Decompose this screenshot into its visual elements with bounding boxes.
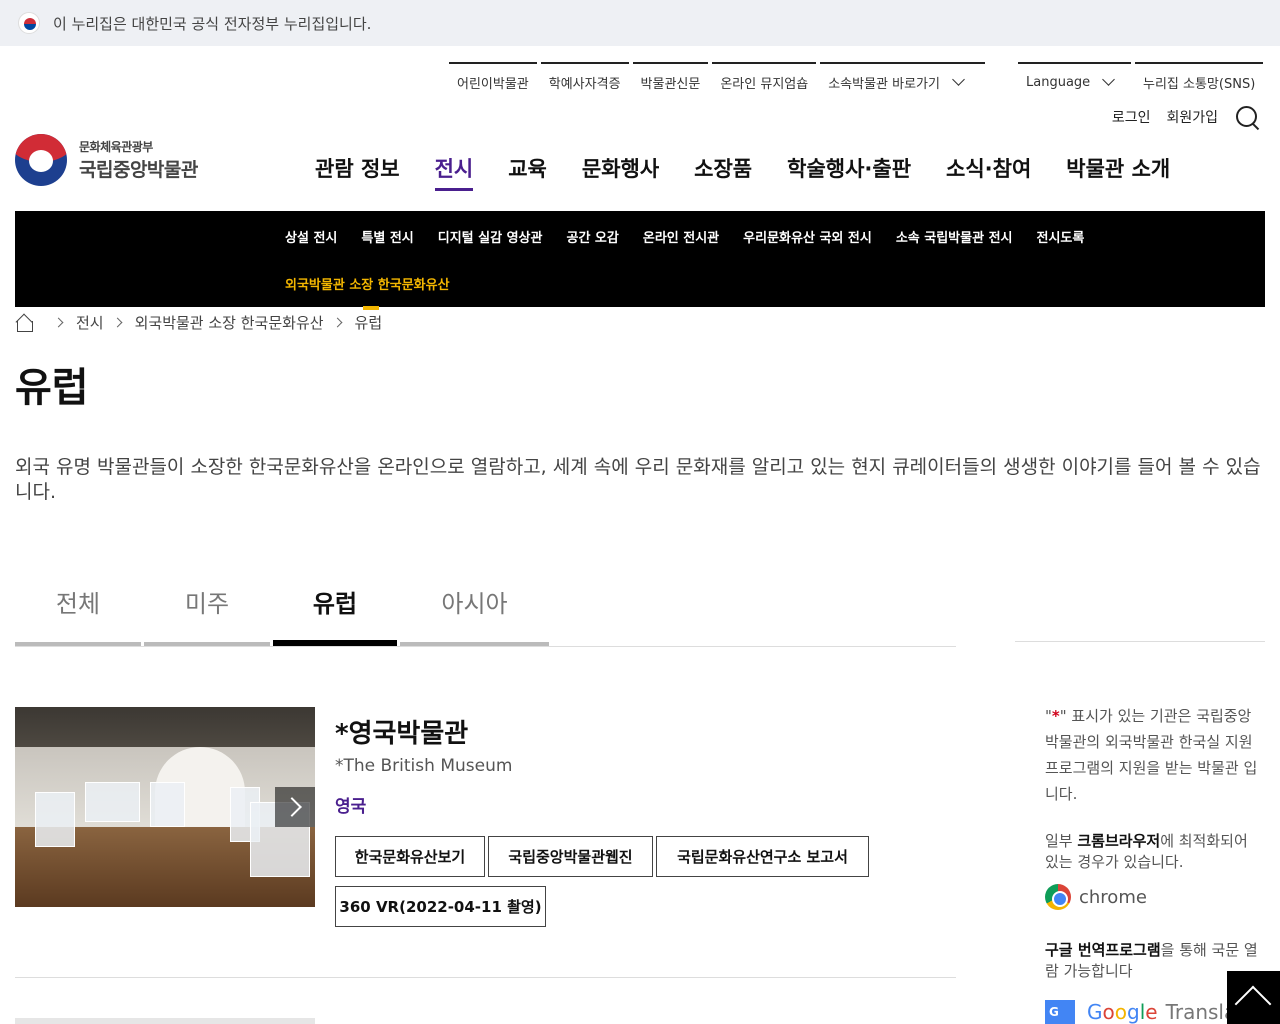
research-report-button[interactable]: 국립문화유산연구소 보고서 (656, 836, 869, 877)
subnav-digital-immersive[interactable]: 디지털 실감 영상관 (438, 227, 543, 246)
note-text: " 표시가 있는 기관은 국립중앙박물관의 외국박물관 한국실 지원 프로그램의… (1045, 707, 1258, 803)
note-quote: " (1045, 707, 1052, 725)
affiliate-museums-label: 소속박물관 바로가기 (828, 76, 940, 92)
chevron-right-icon (112, 317, 123, 328)
translate-note-bold: 구글 번역프로그램 (1045, 941, 1161, 959)
browser-note-a: 일부 (1045, 832, 1078, 850)
chevron-right-icon (332, 317, 342, 328)
subnav-special[interactable]: 특별 전시 (361, 227, 413, 246)
subnav-catalogues[interactable]: 전시도록 (1037, 227, 1085, 246)
scroll-to-top-button[interactable] (1227, 971, 1280, 1024)
nav-visit-info[interactable]: 관람 정보 (315, 153, 400, 189)
korea-flag-icon (18, 12, 40, 34)
login-link[interactable]: 로그인 (1112, 107, 1151, 127)
google-translate-widget[interactable]: G Google Translate (1045, 1000, 1256, 1024)
subnav-korean-heritage-abroad[interactable]: 외국박물관 소장 한국문화유산 (285, 274, 450, 310)
breadcrumb-exhibition[interactable]: 전시 (76, 312, 104, 333)
nav-collection[interactable]: 소장품 (694, 153, 752, 189)
util-kids-museum[interactable]: 어린이박물관 (449, 62, 537, 100)
util-curator-cert[interactable]: 학예사자격증 (540, 62, 629, 100)
tab-indicator (144, 642, 270, 646)
chevron-down-icon (952, 73, 965, 86)
util-newspaper[interactable]: 박물관신문 (632, 62, 709, 100)
breadcrumb-heritage-abroad[interactable]: 외국박물관 소장 한국문화유산 (135, 312, 324, 333)
tab-americas-label: 미주 (184, 590, 230, 618)
support-note: "*" 표시가 있는 기관은 국립중앙박물관의 외국박물관 한국실 지원 프로그… (1045, 703, 1260, 807)
signup-link[interactable]: 회원가입 (1166, 110, 1218, 126)
search-icon[interactable] (1234, 104, 1260, 130)
tab-americas[interactable]: 미주 (144, 578, 270, 646)
nav-education[interactable]: 교육 (508, 153, 547, 189)
webzine-button[interactable]: 국립중앙박물관웹진 (488, 836, 653, 877)
logo-ministry: 문화체육관광부 (79, 140, 153, 154)
vr-360-button[interactable]: 360 VR(2022-04-11 촬영) (335, 886, 546, 927)
chrome-link[interactable]: chrome (1045, 884, 1147, 910)
breadcrumb-europe[interactable]: 유럽 (355, 312, 383, 333)
gov-banner-text: 이 누리집은 대한민국 공식 전자정부 누리집입니다. (53, 14, 372, 33)
view-heritage-button[interactable]: 한국문화유산보기 (335, 836, 485, 877)
logo-text: 문화체육관광부 국립중앙박물관 (79, 138, 198, 182)
page-title: 유럽 (15, 365, 89, 411)
tab-indicator (400, 642, 549, 646)
language-select[interactable]: Language (1018, 62, 1131, 100)
nav-about-museum[interactable]: 박물관 소개 (1066, 153, 1170, 189)
museum-photo (15, 707, 315, 907)
tab-asia[interactable]: 아시아 (400, 578, 549, 646)
museum-english-name: *The British Museum (335, 756, 513, 776)
tab-europe[interactable]: 유럽 (273, 578, 397, 646)
museum-country: 영국 (335, 797, 367, 817)
util-affiliate-museums[interactable]: 소속박물관 바로가기 (820, 62, 986, 100)
next-museum-photo (15, 1018, 315, 1024)
nav-academic-publication[interactable]: 학술행사·출판 (787, 153, 911, 189)
breadcrumb: 전시 외국박물관 소장 한국문화유산 유럽 (15, 312, 382, 333)
divider (15, 977, 956, 978)
tab-indicator (273, 640, 397, 646)
language-label: Language (1026, 74, 1091, 90)
main-nav: 관람 정보 전시 교육 문화행사 소장품 학술행사·출판 소식·참여 박물관 소… (315, 153, 1205, 191)
gov-banner[interactable]: 이 누리집은 대한민국 공식 전자정부 누리집입니다. (0, 0, 1280, 46)
site-logo[interactable]: 문화체육관광부 국립중앙박물관 (15, 134, 198, 186)
utility-nav-right: Language 누리집 소통망(SNS) (1018, 62, 1267, 100)
auth-row: 로그인 회원가입 (1112, 104, 1260, 130)
next-photo-button[interactable] (275, 787, 315, 827)
subnav-overseas-exhibition[interactable]: 우리문화유산 국외 전시 (743, 227, 872, 246)
nav-news-participation[interactable]: 소식·참여 (946, 153, 1031, 189)
subnav-online-gallery[interactable]: 온라인 전시관 (643, 227, 719, 246)
chevron-down-icon (1102, 73, 1116, 86)
tab-europe-label: 유럽 (312, 590, 358, 618)
note-star: * (1051, 707, 1060, 725)
sns-link[interactable]: 누리집 소통망(SNS) (1135, 62, 1264, 100)
util-museum-shop[interactable]: 온라인 뮤지엄숍 (712, 62, 817, 100)
chevron-right-icon (53, 317, 64, 328)
tab-indicator (15, 642, 141, 646)
chrome-label: chrome (1079, 886, 1147, 908)
region-tabs: 전체 미주 유럽 아시아 (15, 578, 956, 647)
google-wordmark: Google (1087, 1000, 1158, 1024)
browser-note-bold: 크롬브라우저 (1077, 832, 1161, 850)
chrome-icon (1045, 884, 1071, 910)
tab-asia-label: 아시아 (441, 590, 508, 618)
nav-cultural-events[interactable]: 문화행사 (582, 153, 659, 189)
tab-all[interactable]: 전체 (15, 578, 141, 646)
subnav-affiliate-exhibition[interactable]: 소속 국립박물관 전시 (896, 227, 1013, 246)
page-description: 외국 유명 박물관들이 소장한 한국문화유산을 온라인으로 열람하고, 세계 속… (15, 456, 1261, 503)
museum-logo-icon (15, 134, 67, 186)
tab-all-label: 전체 (55, 590, 101, 618)
google-translate-icon: G (1045, 1000, 1075, 1024)
museum-title: *영국박물관 (335, 719, 469, 749)
home-icon[interactable] (15, 315, 33, 332)
exhibition-subnav: 상설 전시 특별 전시 디지털 실감 영상관 공간 오감 온라인 전시관 우리문… (15, 211, 1265, 310)
subnav-permanent[interactable]: 상설 전시 (285, 227, 337, 246)
browser-note: 일부 크롬브라우저에 최적화되어 있는 경우가 있습니다. (1045, 831, 1265, 873)
subnav-space-senses[interactable]: 공간 오감 (566, 227, 618, 246)
utility-nav: 어린이박물관 학예사자격증 박물관신문 온라인 뮤지엄숍 소속박물관 바로가기 (449, 62, 989, 100)
divider (1015, 641, 1265, 642)
nav-exhibition[interactable]: 전시 (434, 153, 473, 191)
logo-museum-name: 국립중앙박물관 (79, 159, 198, 181)
